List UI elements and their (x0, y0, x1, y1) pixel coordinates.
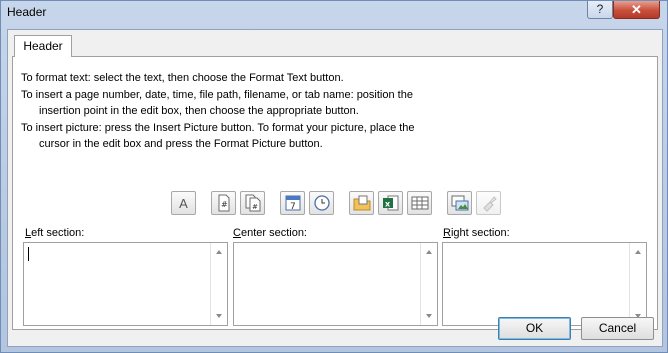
dialog-title: Header (7, 5, 47, 19)
insert-file-name-button[interactable]: x (378, 191, 403, 215)
number-of-pages-icon: # (245, 194, 260, 212)
clock-icon (313, 195, 330, 211)
page-number-icon: # (218, 194, 229, 212)
picture-icon (451, 195, 468, 211)
format-text-button[interactable]: A (171, 191, 196, 215)
insert-number-of-pages-button[interactable]: # (240, 191, 265, 215)
right-section-scrollbar[interactable] (629, 243, 646, 325)
title-bar[interactable]: Header ? ✕ (1, 1, 667, 23)
scroll-down-icon[interactable] (216, 314, 222, 318)
insert-picture-button[interactable] (447, 191, 472, 215)
insert-time-button[interactable] (309, 191, 334, 215)
close-button[interactable]: ✕ (613, 1, 660, 19)
scroll-up-icon[interactable] (635, 250, 641, 254)
instruction-line: To insert a page number, date, time, fil… (21, 88, 413, 101)
insert-sheet-name-button[interactable] (407, 191, 432, 215)
header-dialog: Header ? ✕ Header To format text: select… (0, 0, 668, 353)
left-section-label: Left section: (25, 227, 85, 239)
header-toolbar: A # # 7 x (13, 191, 657, 217)
text-cursor (28, 247, 29, 261)
svg-text:x: x (385, 200, 391, 209)
sheet-grid-icon (411, 196, 428, 210)
instruction-line: cursor in the edit box and press the For… (39, 138, 323, 150)
scroll-up-icon[interactable] (426, 250, 432, 254)
format-text-icon: A (179, 195, 188, 211)
instruction-line: insertion point in the edit box, then ch… (39, 105, 359, 117)
folder-icon (353, 195, 370, 211)
svg-text:#: # (221, 200, 228, 209)
excel-file-icon: x (382, 195, 398, 211)
svg-text:7: 7 (290, 202, 296, 212)
paint-icon (482, 196, 497, 212)
left-section-scrollbar[interactable] (210, 243, 227, 325)
center-section-label: Center section: (233, 227, 307, 239)
right-section-editbox[interactable] (442, 242, 647, 326)
ok-button[interactable]: OK (498, 317, 571, 340)
center-section-editbox[interactable] (233, 242, 438, 326)
close-icon: ✕ (631, 2, 642, 17)
tab-page: To format text: select the text, then ch… (12, 56, 658, 330)
center-section-scrollbar[interactable] (420, 243, 437, 325)
instructions: To format text: select the text, then ch… (21, 70, 415, 153)
left-section-editbox[interactable] (23, 242, 228, 326)
right-section-label: Right section: (443, 227, 510, 239)
instruction-line: To format text: select the text, then ch… (21, 72, 344, 84)
svg-text:#: # (252, 203, 258, 211)
cancel-button[interactable]: Cancel (581, 317, 654, 340)
calendar-icon: 7 (285, 195, 300, 212)
format-picture-button[interactable] (476, 191, 501, 215)
help-button[interactable]: ? (587, 1, 613, 19)
insert-date-button[interactable]: 7 (280, 191, 305, 215)
tab-header[interactable]: Header (14, 35, 72, 57)
insert-page-number-button[interactable]: # (211, 191, 236, 215)
insert-file-path-button[interactable] (349, 191, 374, 215)
instruction-line: To insert picture: press the Insert Pict… (21, 121, 415, 134)
dialog-body: Header To format text: select the text, … (7, 29, 663, 347)
scroll-down-icon[interactable] (426, 314, 432, 318)
scroll-up-icon[interactable] (216, 250, 222, 254)
